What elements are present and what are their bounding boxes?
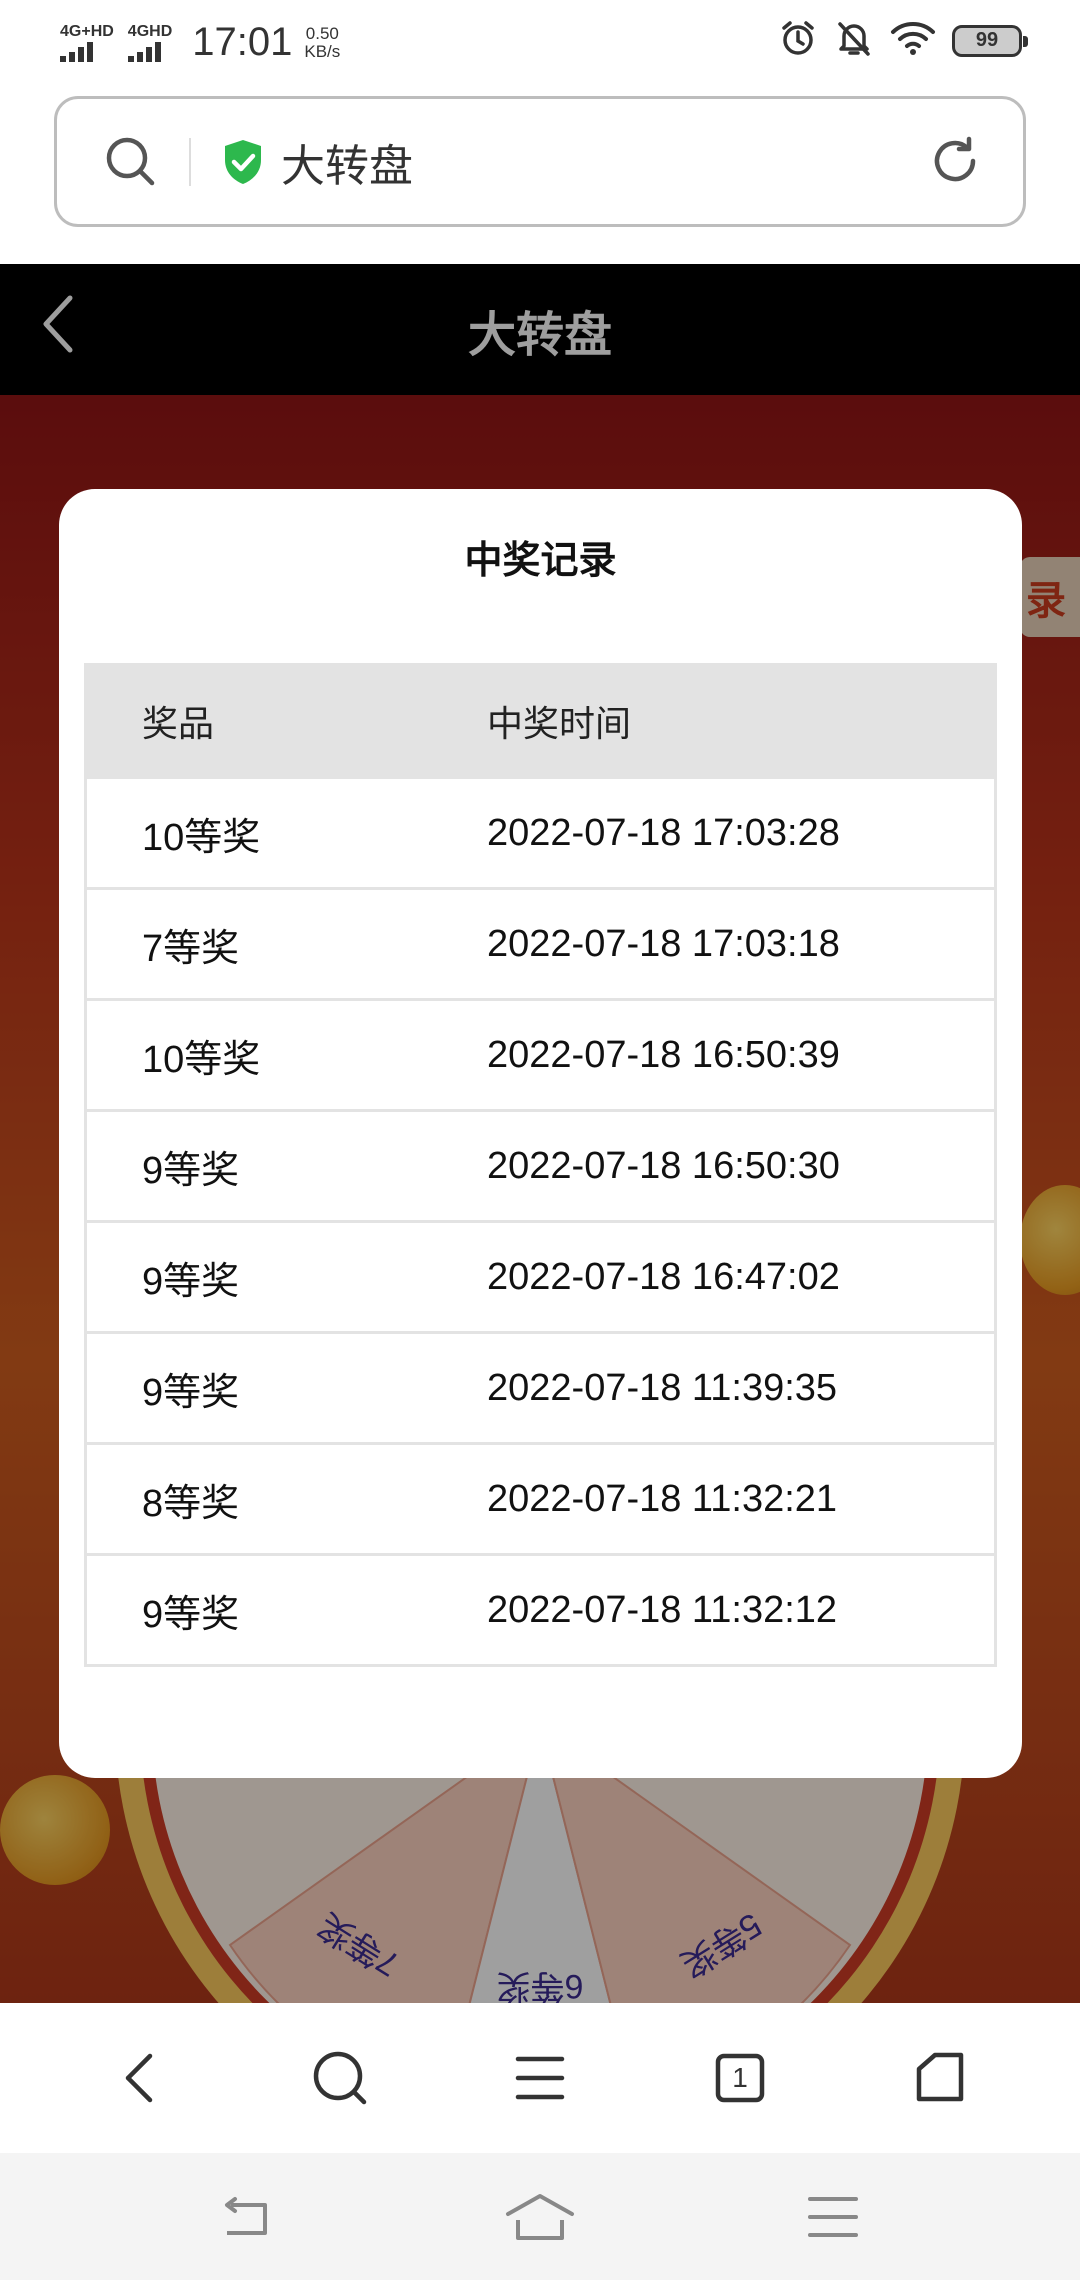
url-text[interactable]: 大转盘 [281, 130, 413, 194]
prize-cell: 9等奖 [142, 1260, 240, 1303]
prize-cell: 9等奖 [142, 1149, 240, 1192]
signal-1-label: 4G+HD [60, 22, 114, 40]
prize-cell: 10等奖 [142, 1038, 261, 1081]
address-bar[interactable]: 大转盘 [54, 96, 1026, 227]
network-speed-value: 0.50 [305, 23, 339, 43]
prize-record-table: 奖品 中奖时间 10等奖 2022-07-18 17:03:28 7等奖 202… [84, 663, 997, 1667]
time-cell: 2022-07-18 16:47:02 [487, 1255, 840, 1298]
time-cell: 2022-07-18 16:50:39 [487, 1033, 840, 1076]
signal-indicator-1: 4G+HD [60, 22, 114, 62]
prize-cell: 7等奖 [142, 927, 240, 970]
address-divider [189, 137, 191, 186]
prize-cell: 9等奖 [142, 1593, 240, 1636]
network-speed-unit: KB/s [304, 41, 341, 61]
table-row: 9等奖 2022-07-18 11:39:35 [87, 1331, 994, 1442]
tabs-icon[interactable]: 1 [690, 2028, 790, 2128]
secure-shield-icon [221, 138, 265, 186]
battery-icon: 99 [952, 24, 1028, 57]
signal-bars-icon [60, 41, 93, 62]
table-row: 10等奖 2022-07-18 16:50:39 [87, 998, 994, 1109]
prize-record-modal: 中奖记录 奖品 中奖时间 10等奖 2022-07-18 17:03:28 7等… [59, 489, 1022, 1778]
alarm-icon [778, 18, 818, 63]
wifi-icon [890, 18, 936, 63]
prize-cell: 8等奖 [142, 1482, 240, 1525]
prize-cell: 10等奖 [142, 816, 261, 859]
menu-icon[interactable] [490, 2028, 590, 2128]
system-home-icon[interactable] [495, 2172, 585, 2262]
time-cell: 2022-07-18 17:03:28 [487, 811, 840, 854]
back-arrow-icon[interactable] [40, 294, 76, 359]
time-cell: 2022-07-18 16:50:30 [487, 1144, 840, 1187]
refresh-icon[interactable] [927, 133, 983, 189]
table-header: 奖品 中奖时间 [87, 666, 994, 776]
signal-bars-icon [127, 41, 161, 62]
table-row: 7等奖 2022-07-18 17:03:18 [87, 887, 994, 998]
table-row: 9等奖 2022-07-18 11:32:12 [87, 1553, 994, 1664]
page-title: 大转盘 [467, 308, 612, 362]
table-row: 9等奖 2022-07-18 16:50:30 [87, 1109, 994, 1220]
table-row: 9等奖 2022-07-18 16:47:02 [87, 1220, 994, 1331]
column-header-time: 中奖时间 [487, 703, 632, 744]
tab-count: 1 [732, 2062, 748, 2093]
browser-toolbar: 1 [0, 2003, 1080, 2153]
time-cell: 2022-07-18 17:03:18 [487, 922, 840, 965]
app-header: 大转盘 [0, 264, 1080, 395]
time-cell: 2022-07-18 11:39:35 [487, 1366, 838, 1409]
modal-title: 中奖记录 [464, 540, 617, 582]
column-header-prize: 奖品 [142, 703, 215, 744]
home-icon[interactable] [890, 2028, 990, 2128]
prize-cell: 9等奖 [142, 1371, 240, 1414]
network-speed: 0.50 KB/s [304, 23, 341, 61]
browser-search-icon[interactable] [290, 2028, 390, 2128]
signal-2-label: 4GHD [127, 22, 173, 40]
browser-back-icon[interactable] [90, 2028, 190, 2128]
status-icons: 99 [778, 18, 1028, 63]
system-recents-icon[interactable] [788, 2172, 878, 2262]
table-row: 10等奖 2022-07-18 17:03:28 [87, 776, 994, 887]
mute-bell-icon [834, 18, 874, 63]
system-navigation-bar [0, 2153, 1080, 2280]
signal-indicator-2: 4GHD [127, 22, 173, 62]
time-cell: 2022-07-18 11:32:21 [487, 1477, 838, 1520]
search-icon[interactable] [103, 134, 159, 190]
system-back-icon[interactable] [202, 2172, 292, 2262]
status-bar: 4G+HD 4GHD 17:01 0.50 KB/s 99 [0, 0, 1080, 85]
time-cell: 2022-07-18 11:32:12 [487, 1588, 838, 1631]
status-time: 17:01 [192, 20, 293, 64]
table-row: 8等奖 2022-07-18 11:32:21 [87, 1442, 994, 1553]
